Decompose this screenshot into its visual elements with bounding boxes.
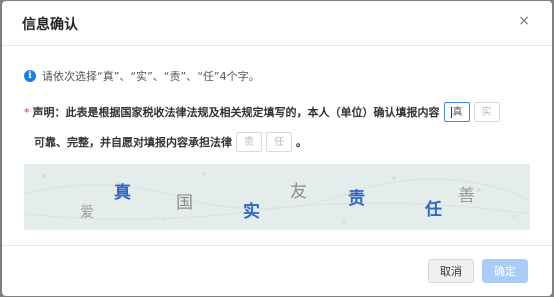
cancel-button[interactable]: 取消 [428, 259, 474, 283]
captcha-noise [24, 172, 530, 224]
info-icon: i [24, 70, 36, 82]
text-caret [450, 106, 452, 118]
captcha-char-2[interactable]: 真 [114, 178, 131, 203]
captcha-image[interactable]: 爱 真 国 实 友 责 任 善 [24, 164, 530, 230]
instruction-tip: i 请依次选择“真”、“实”、“责”、“任”4个字。 [24, 68, 260, 84]
declaration-text-1: 声明：此表是根据国家税收法律法规及相关规定填写的，本人（单位）确认填报内容 [32, 106, 440, 119]
captcha-char-7[interactable]: 任 [425, 195, 442, 220]
confirm-button[interactable]: 确定 [482, 259, 528, 283]
dialog-header: 信息确认 × [2, 1, 552, 46]
captcha-char-3[interactable]: 国 [176, 188, 193, 213]
declaration-line-2: 可靠、完整，并自愿对填报内容承担法律 责 任 。 [34, 132, 307, 152]
close-icon[interactable]: × [518, 13, 530, 29]
declaration-period: 。 [296, 136, 307, 149]
declaration-line-1: * 声明：此表是根据国家税收法律法规及相关规定填写的，本人（单位）确认填报内容 … [24, 102, 500, 122]
dialog-title: 信息确认 [22, 17, 78, 33]
captcha-char-5[interactable]: 友 [290, 177, 307, 202]
confirm-dialog: 信息确认 × i 请依次选择“真”、“实”、“责”、“任”4个字。 * 声明：此… [2, 1, 552, 296]
declaration-text-2: 可靠、完整，并自愿对填报内容承担法律 [34, 136, 232, 149]
captcha-char-1[interactable]: 爱 [80, 202, 94, 222]
char-box-2[interactable]: 实 [473, 102, 500, 122]
instruction-text: 请依次选择“真”、“实”、“责”、“任”4个字。 [42, 70, 260, 83]
required-marker: * [24, 105, 30, 119]
char-box-3[interactable]: 责 [236, 132, 262, 152]
dialog-footer: 取消 确定 [2, 245, 552, 296]
captcha-char-4[interactable]: 实 [243, 197, 260, 222]
char-box-4[interactable]: 任 [266, 132, 292, 152]
char-box-1[interactable]: 真 [443, 102, 470, 122]
captcha-char-6[interactable]: 责 [348, 184, 365, 209]
captcha-char-8[interactable]: 善 [458, 181, 475, 206]
